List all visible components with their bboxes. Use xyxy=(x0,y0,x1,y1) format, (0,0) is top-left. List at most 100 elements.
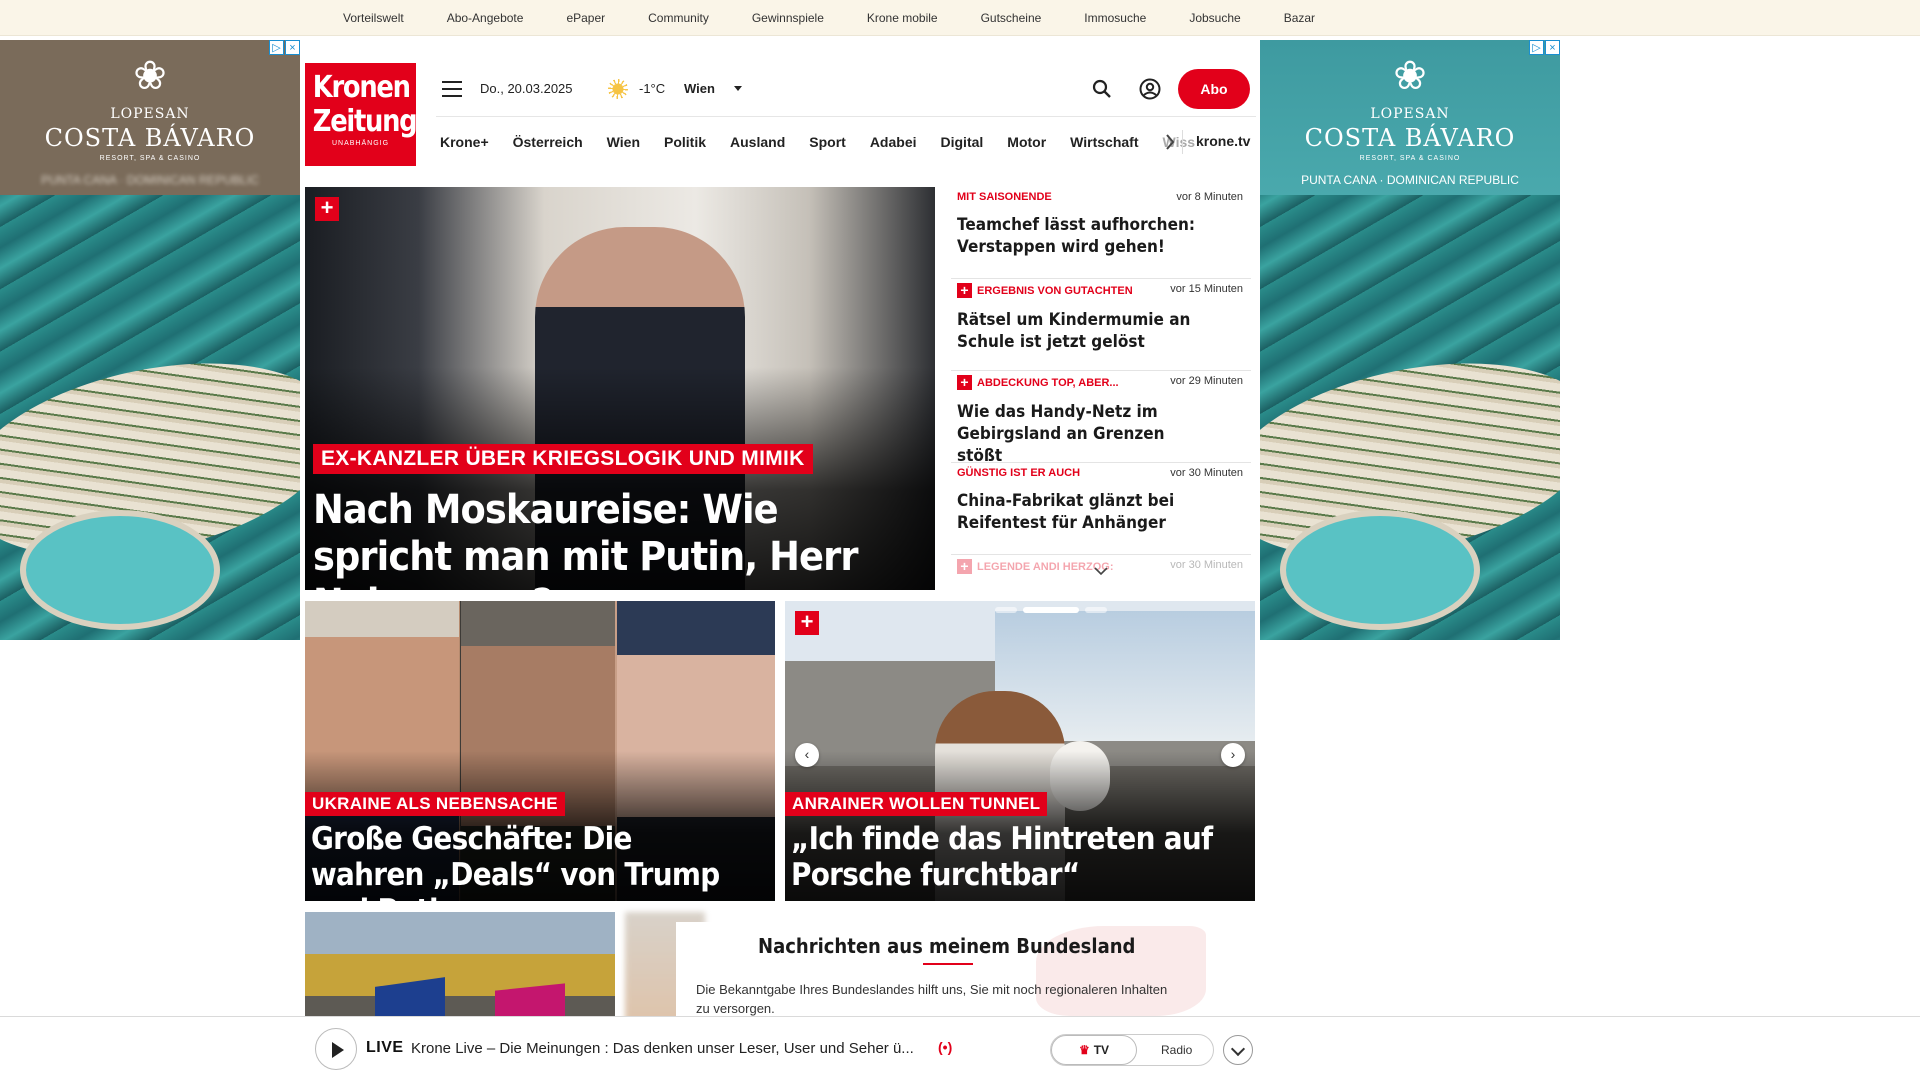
ad-brand-location: PUNTA CANA · DOMINICAN REPUBLIC xyxy=(41,173,259,187)
nav-item-adabei[interactable]: Adabei xyxy=(870,134,917,150)
card-kicker: UKRAINE ALS NEBENSACHE xyxy=(305,792,565,816)
ad-choices: ▷ × xyxy=(268,40,300,55)
nav-item-ausland[interactable]: Ausland xyxy=(730,134,785,150)
logo-tagline: UNABHÄNGIG xyxy=(331,140,390,147)
utility-link-jobsuche[interactable]: Jobsuche xyxy=(1189,11,1240,25)
live-title[interactable]: Krone Live – Die Meinungen : Das denken … xyxy=(411,1040,914,1057)
hero-article[interactable]: + EX-KANZLER ÜBER KRIEGSLOGIK UND MIMIK … xyxy=(305,187,935,590)
article-card-trump-putin[interactable]: UKRAINE ALS NEBENSACHE Große Geschäfte: … xyxy=(305,601,775,901)
bundesland-description: Die Bekanntgabe Ihres Bundeslandes hilft… xyxy=(696,982,1168,1016)
header: Do., 20.03.2025 -1°C Wien Abo xyxy=(436,66,1256,112)
nav-items: Krone+ Österreich Wien Politik Ausland S… xyxy=(440,117,1199,167)
list-item-title: Wie das Handy-Netz im Gebirgsland an Gre… xyxy=(957,402,1165,466)
play-icon[interactable] xyxy=(315,1028,357,1070)
hero-kicker: EX-KANZLER ÜBER KRIEGSLOGIK UND MIMIK xyxy=(313,444,813,474)
slider-next-icon[interactable]: › xyxy=(1221,743,1245,767)
heading-underline xyxy=(923,963,973,965)
utility-link-epaper[interactable]: ePaper xyxy=(566,11,605,25)
chevron-right-icon[interactable] xyxy=(1165,134,1175,150)
temperature: -1°C xyxy=(639,81,666,96)
ad-brand-tagline: RESORT, SPA & CASINO xyxy=(99,155,201,162)
nav-item-motor[interactable]: Motor xyxy=(1007,134,1046,150)
ad-bird-logo-icon: ❀ xyxy=(1393,54,1427,98)
krone-plus-icon: + xyxy=(957,283,972,298)
ad-header: ❀ LOPESAN COSTA BÁVARO RESORT, SPA & CAS… xyxy=(1260,40,1560,195)
live-player-bar: LIVE Krone Live – Die Meinungen : Das de… xyxy=(0,1016,1920,1080)
adchoices-icon[interactable]: ▷ xyxy=(269,40,284,55)
list-item-title: Teamchef lässt aufhorchen: Verstappen wi… xyxy=(957,215,1195,257)
ad-header: ❀ LOPESAN COSTA BÁVARO RESORT, SPA & CAS… xyxy=(0,40,300,195)
adchoices-icon[interactable]: ▷ xyxy=(1529,40,1544,55)
krone-plus-icon: + xyxy=(795,611,819,635)
search-icon[interactable] xyxy=(1092,79,1112,99)
card-kicker: ANRAINER WOLLEN TUNNEL xyxy=(785,792,1048,816)
ad-brand-small: LOPESAN xyxy=(110,106,190,122)
utility-link-krone-mobile[interactable]: Krone mobile xyxy=(867,11,938,25)
ad-brand-tagline: RESORT, SPA & CASINO xyxy=(1359,155,1461,162)
utility-link-gewinnspiele[interactable]: Gewinnspiele xyxy=(752,11,824,25)
list-item-time: vor 29 Minuten xyxy=(1170,375,1243,387)
nav-item-sport[interactable]: Sport xyxy=(809,134,846,150)
list-item-title: Rätsel um Kindermumie an Schule ist jetz… xyxy=(957,310,1191,352)
nav-item-wirtschaft[interactable]: Wirtschaft xyxy=(1070,134,1138,150)
list-item[interactable]: MIT SAISONENDE vor 8 Minuten Teamchef lä… xyxy=(951,187,1251,279)
nav-item-oesterreich[interactable]: Österreich xyxy=(513,134,583,150)
slider-prev-icon[interactable]: ‹ xyxy=(795,743,819,767)
utility-link-vorteilswelt[interactable]: Vorteilswelt xyxy=(343,11,404,25)
ad-choices: ▷ × xyxy=(1528,40,1560,55)
broadcast-icon: (•) xyxy=(938,1039,953,1055)
slider-dots[interactable] xyxy=(995,607,1107,613)
nav-item-politik[interactable]: Politik xyxy=(664,134,706,150)
chevron-down-icon[interactable] xyxy=(734,86,742,91)
list-item-title: China-Fabrikat glänzt bei Reifentest für… xyxy=(957,491,1175,533)
ad-right[interactable]: ❀ LOPESAN COSTA BÁVARO RESORT, SPA & CAS… xyxy=(1260,40,1560,640)
ad-brand-big: COSTA BÁVARO xyxy=(44,124,256,152)
ad-brand-big: COSTA BÁVARO xyxy=(1304,124,1516,152)
toggle-tv[interactable]: ♛ TV xyxy=(1051,1035,1137,1065)
nav-item-wien[interactable]: Wien xyxy=(607,134,640,150)
utility-link-immosuche[interactable]: Immosuche xyxy=(1084,11,1146,25)
list-item[interactable]: + ERGEBNIS VON GUTACHTEN vor 15 Minuten R… xyxy=(951,279,1251,371)
sun-icon xyxy=(608,79,628,99)
latest-news-list: MIT SAISONENDE vor 8 Minuten Teamchef lä… xyxy=(951,187,1251,577)
hamburger-menu-icon[interactable] xyxy=(442,81,462,97)
utility-link-abo-angebote[interactable]: Abo-Angebote xyxy=(447,11,524,25)
list-item[interactable]: + ABDECKUNG TOP, ABER... vor 29 Minuten W… xyxy=(951,371,1251,466)
chevron-down-icon[interactable] xyxy=(1094,566,1108,576)
ad-left[interactable]: ❀ LOPESAN COSTA BÁVARO RESORT, SPA & CAS… xyxy=(0,40,300,640)
list-item-time: vor 15 Minuten xyxy=(1170,283,1243,295)
toggle-radio[interactable]: Radio xyxy=(1161,1035,1192,1065)
chevron-down-icon[interactable] xyxy=(1223,1035,1253,1065)
bundesland-heading: Nachrichten aus meinem Bundesland xyxy=(758,934,1136,958)
hero-headline: Nach Moskaureise: Wie spricht man mit Pu… xyxy=(313,487,858,590)
nav-divider xyxy=(1182,130,1183,154)
list-item-time: vor 30 Minuten xyxy=(1170,559,1243,571)
tv-radio-toggle[interactable]: ♛ TV Radio xyxy=(1050,1034,1214,1066)
close-icon[interactable]: × xyxy=(1545,40,1560,55)
main-navigation: Krone+ Österreich Wien Politik Ausland S… xyxy=(436,116,1256,166)
account-icon[interactable] xyxy=(1139,78,1161,100)
current-date: Do., 20.03.2025 xyxy=(480,81,573,96)
article-card-porsche[interactable]: + ‹ › ANRAINER WOLLEN TUNNEL „Ich finde … xyxy=(785,601,1255,901)
close-icon[interactable]: × xyxy=(285,40,300,55)
city-select[interactable]: Wien xyxy=(684,81,715,96)
card-headline: „Ich finde das Hintreten auf Porsche fur… xyxy=(791,821,1213,893)
nav-item-krone-plus[interactable]: Krone+ xyxy=(440,134,489,150)
list-item[interactable]: GÜNSTIG IST ER AUCH vor 30 Minuten China… xyxy=(951,463,1251,555)
ad-brand-small: LOPESAN xyxy=(1370,106,1450,122)
krone-plus-icon: + xyxy=(957,559,972,574)
kronen-zeitung-logo[interactable]: Kronen Zeitung UNABHÄNGIG xyxy=(305,63,418,166)
crown-icon: ♛ xyxy=(1078,1043,1090,1057)
nav-item-digital[interactable]: Digital xyxy=(941,134,984,150)
utility-link-bazar[interactable]: Bazar xyxy=(1284,11,1315,25)
utility-link-community[interactable]: Community xyxy=(648,11,709,25)
ad-pool-image xyxy=(1280,510,1480,630)
logo-line-2: Zeitung xyxy=(312,104,418,139)
utility-link-gutscheine[interactable]: Gutscheine xyxy=(981,11,1042,25)
nav-item-krone-tv[interactable]: krone.tv xyxy=(1196,133,1250,149)
utility-links: Vorteilswelt Abo-Angebote ePaper Communi… xyxy=(343,0,1358,36)
abo-button[interactable]: Abo xyxy=(1178,69,1250,109)
ad-brand-location: PUNTA CANA · DOMINICAN REPUBLIC xyxy=(1301,173,1519,187)
ad-pool-image xyxy=(20,510,220,630)
ad-bird-logo-icon: ❀ xyxy=(133,54,167,98)
